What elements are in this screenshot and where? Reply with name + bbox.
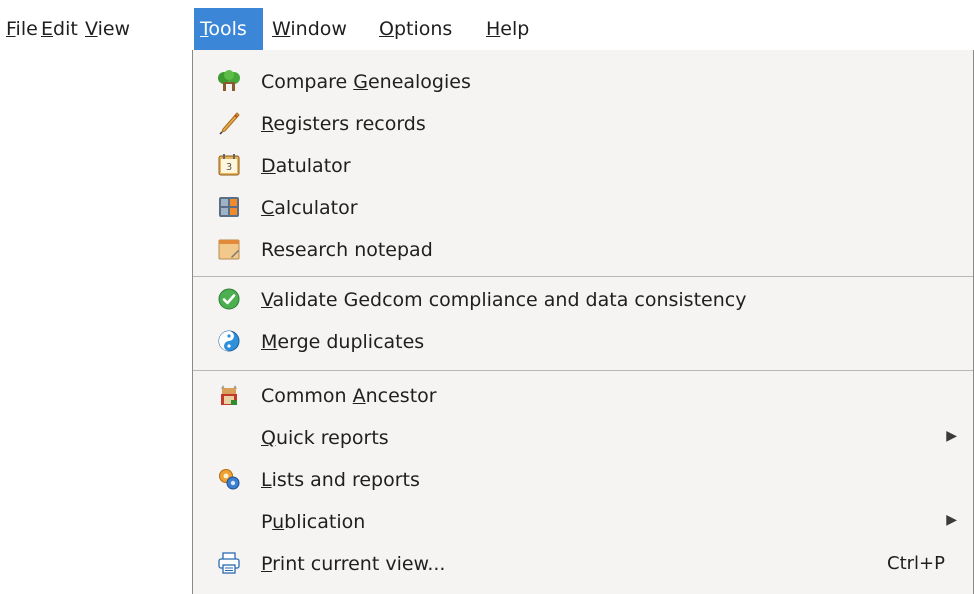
menu-item-print-current-view[interactable]: Print current view... Ctrl+P: [193, 546, 973, 582]
menu-item-merge-duplicates[interactable]: Merge duplicates: [193, 324, 973, 360]
menu-tools[interactable]: Tools: [194, 8, 263, 50]
quill-icon: [219, 112, 240, 135]
menu-item-common-ancestor[interactable]: Common Ancestor: [193, 378, 973, 414]
shortcut-label: Ctrl+P: [887, 553, 945, 574]
menu-item-lists-and-reports[interactable]: Lists and reports: [193, 462, 973, 498]
menu-item-registers-records[interactable]: Registers records: [193, 106, 973, 142]
menu-separator: [193, 276, 973, 277]
tree-icon: [218, 70, 240, 91]
menu-item-compare-genealogies[interactable]: Compare Genealogies: [193, 64, 973, 100]
tools-dropdown-menu: Compare Genealogies Registers records 3 …: [192, 50, 974, 594]
menu-item-datulator[interactable]: 3 Datulator: [193, 148, 973, 184]
menu-item-quick-reports[interactable]: Quick reports ▶: [193, 420, 973, 456]
menu-file[interactable]: File: [3, 8, 41, 50]
svg-text:3: 3: [226, 162, 232, 173]
menu-options[interactable]: Options: [376, 8, 455, 50]
ancestor-icon: [221, 385, 237, 405]
menu-item-calculator[interactable]: Calculator: [193, 190, 973, 226]
menu-item-publication[interactable]: Publication ▶: [193, 504, 973, 540]
notepad-icon: [218, 239, 240, 260]
reports-icon: [219, 469, 240, 490]
submenu-arrow-icon: ▶: [946, 428, 957, 444]
submenu-arrow-icon: ▶: [946, 512, 957, 528]
menu-window[interactable]: Window: [269, 8, 350, 50]
menu-item-research-notepad[interactable]: Research notepad: [193, 232, 973, 268]
menu-view[interactable]: View: [82, 8, 133, 50]
merge-icon: [218, 330, 240, 352]
printer-icon: [218, 552, 240, 574]
calculator-icon: [219, 197, 239, 217]
menu-bar: File Edit View Tools Window Options Help: [0, 0, 974, 50]
menu-edit[interactable]: Edit: [38, 8, 81, 50]
check-circle-icon: [218, 288, 240, 310]
menu-help[interactable]: Help: [483, 8, 532, 50]
menu-item-validate-gedcom[interactable]: Validate Gedcom compliance and data cons…: [193, 282, 973, 318]
calendar-icon: 3: [218, 154, 240, 176]
menu-separator: [193, 370, 973, 371]
